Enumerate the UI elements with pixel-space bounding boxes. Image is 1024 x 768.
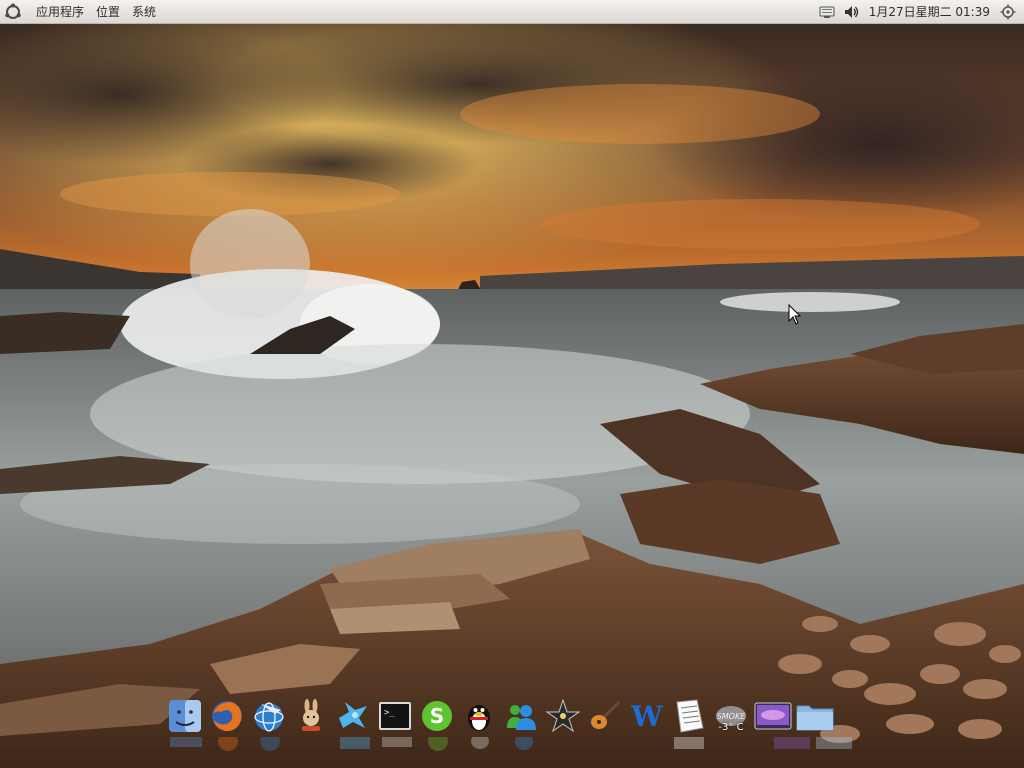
guitar-icon[interactable] — [586, 696, 624, 736]
mouse-pointer-icon — [788, 304, 802, 325]
messenger-icon[interactable] — [502, 696, 540, 736]
svg-text:W: W — [630, 700, 663, 733]
rabbit-app-icon[interactable] — [292, 696, 330, 736]
qq-penguin-icon[interactable] — [460, 696, 498, 736]
weather-temperature: -3° C — [718, 722, 744, 733]
skype-icon[interactable]: S — [418, 696, 456, 736]
weather-icon[interactable]: SMOKE -3° C — [712, 696, 750, 736]
terminal-icon[interactable]: >_ — [376, 696, 414, 736]
folder-icon[interactable] — [796, 696, 834, 736]
ubuntu-logo-icon[interactable] — [4, 3, 22, 21]
panel-right: 1月27日星期二 01:39 — [815, 0, 1020, 24]
svg-text:S: S — [430, 704, 444, 728]
imovie-star-icon[interactable] — [544, 696, 582, 736]
top-panel: 应用程序 位置 系统 1月27日星期二 01:39 — [0, 0, 1024, 24]
menu-applications[interactable]: 应用程序 — [30, 0, 90, 24]
application-dock: >_ S W SMOKE -3° C — [164, 692, 836, 736]
network-icon[interactable] — [818, 3, 836, 21]
settings-icon[interactable] — [999, 3, 1017, 21]
svg-text:>_: >_ — [384, 708, 395, 718]
desktop-wallpaper — [0, 24, 1024, 768]
volume-icon[interactable] — [842, 3, 860, 21]
panel-clock[interactable]: 1月27日星期二 01:39 — [863, 0, 996, 24]
desktop-preview-icon[interactable] — [754, 696, 792, 736]
globe-app-icon[interactable] — [250, 696, 288, 736]
text-document-icon[interactable] — [670, 696, 708, 736]
wordpress-w-icon[interactable]: W — [628, 696, 666, 736]
bird-app-icon[interactable] — [334, 696, 372, 736]
menu-system[interactable]: 系统 — [126, 0, 162, 24]
menu-places[interactable]: 位置 — [90, 0, 126, 24]
panel-left: 应用程序 位置 系统 — [4, 0, 162, 24]
firefox-icon[interactable] — [208, 696, 246, 736]
weather-caption: SMOKE — [717, 712, 747, 721]
finder-icon[interactable] — [166, 696, 204, 736]
